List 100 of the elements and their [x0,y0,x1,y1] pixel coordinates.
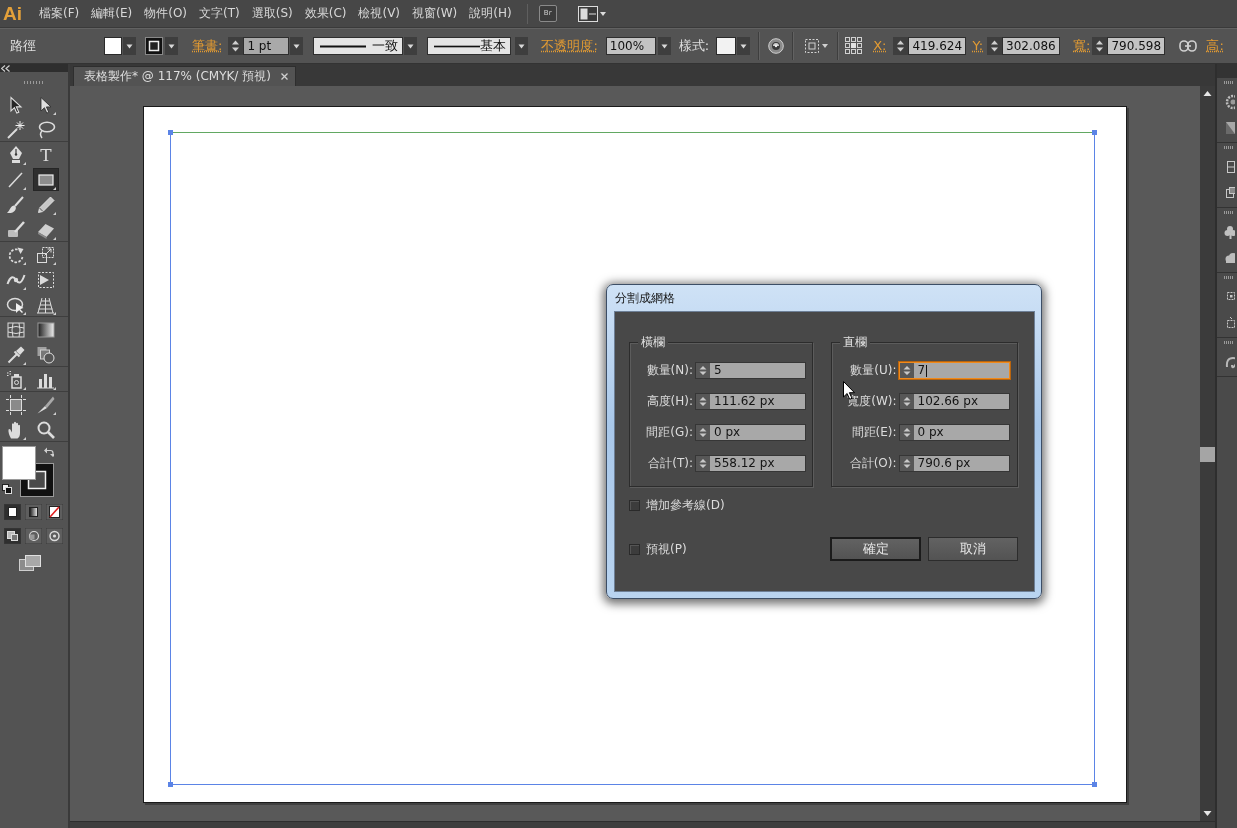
field-label: 間距(G): [645,424,693,441]
dropdown-caret-icon[interactable] [165,37,178,55]
y-field[interactable]: 302.086 [1002,37,1061,55]
double-chevron-icon[interactable] [1,64,10,72]
brush-dropdown[interactable]: 基本 [427,37,512,55]
overlapping-squares-icon[interactable] [4,528,21,544]
hand-icon [6,419,26,440]
dropdown-caret-icon[interactable] [290,37,304,55]
panel-grid-icon[interactable] [1224,159,1235,175]
number-field[interactable]: 7 [898,362,1010,379]
dropdown-caret-icon[interactable] [404,37,418,55]
stroke-profile-dropdown[interactable]: 一致 [313,37,404,55]
tool-button[interactable] [3,393,29,416]
stroke-weight-field[interactable]: 1 pt [243,37,290,55]
menu-item[interactable]: 文字(T) [194,3,245,24]
layout-switcher-icon[interactable] [577,5,606,22]
stepper-icon[interactable] [1092,37,1108,55]
color-wheel-icon[interactable] [1224,94,1235,110]
x-field[interactable]: 419.624 [908,37,967,55]
fill-swatch[interactable] [2,446,36,480]
stacked-squares-icon[interactable] [1224,185,1235,201]
close-icon[interactable] [280,73,288,80]
stepper-icon[interactable] [696,425,710,440]
brush-line-icon [434,44,481,48]
chain-link-icon[interactable] [1179,40,1198,52]
swatch-icon[interactable] [1224,120,1235,136]
stepper-icon[interactable] [987,37,1003,55]
menu-item[interactable]: 檔案(F) [34,3,85,24]
club-icon[interactable] [1224,224,1235,240]
stepper-icon[interactable] [696,456,710,471]
number-field[interactable]: 558.12 px [695,455,806,472]
checkbox-label[interactable]: 增加參考線(D) [646,496,725,514]
menu-item[interactable]: 視窗(W) [407,3,463,24]
checkbox[interactable] [629,543,640,555]
field-label: 數量(U): [849,362,897,379]
dropdown-caret-icon[interactable] [737,37,751,55]
dialog-title: 分割成網格 [614,290,675,307]
gradient-icon [36,319,56,340]
magic-wand-icon [6,119,26,140]
stepper-icon[interactable] [899,363,914,378]
style-swatch[interactable] [716,37,737,55]
menu-item[interactable]: 說明(H) [464,3,517,24]
stepper-icon[interactable] [899,425,914,440]
number-field[interactable]: 5 [695,362,806,379]
document-tab-title[interactable]: 表格製作* @ 117% (CMYK/ 預視) [84,68,271,85]
number-field[interactable]: 111.62 px [695,393,806,410]
checkbox[interactable] [629,499,640,511]
stepper-icon[interactable] [696,394,710,409]
dropdown-caret-icon[interactable] [515,37,529,55]
cloud-icon[interactable] [1224,250,1235,266]
tool-button[interactable] [33,168,59,191]
grip-icon [24,80,44,84]
align-icon[interactable] [805,39,830,53]
blend-icon [36,344,56,365]
width-field[interactable]: 790.598 [1107,37,1166,55]
stepper-icon[interactable] [893,37,909,55]
dashed-square-icon[interactable] [1224,315,1235,331]
field-label: 合計(O): [848,455,897,472]
reference-point-grid-icon[interactable] [845,37,864,55]
swap-arrows-icon[interactable] [44,447,54,457]
screen-mode-icon[interactable] [19,555,41,571]
swirl-icon[interactable] [1224,354,1235,370]
lasso-icon [36,119,56,140]
number-field[interactable]: 102.66 px [898,393,1010,410]
opacity-field[interactable]: 100% [605,37,656,55]
tool-button[interactable]: T [33,143,59,166]
ring-icon[interactable] [46,528,63,544]
menu-item[interactable]: 選取(S) [246,3,298,24]
stepper-icon[interactable] [899,456,914,471]
dialog-button[interactable]: 確定 [830,537,921,561]
menu-item[interactable]: 效果(C) [299,3,352,24]
stepper-icon[interactable] [899,394,914,409]
menu-item[interactable]: 物件(O) [139,3,193,24]
disc-icon[interactable] [768,38,785,54]
app-logo: Ai [3,2,22,25]
number-field[interactable]: 0 px [695,424,806,441]
dialog-button[interactable]: 取消 [928,537,1018,561]
menu-item[interactable]: 編輯(E) [86,3,138,24]
menu-item[interactable]: 檢視(V) [353,3,406,24]
document-tab[interactable]: 表格製作* @ 117% (CMYK/ 預視) [73,66,296,86]
group-title: 直欄 [840,334,870,350]
checkbox-label[interactable]: 預視(P) [646,540,687,558]
no-fill-icon[interactable] [46,504,63,520]
dropdown-caret-icon[interactable] [123,37,136,55]
fill-swatch[interactable] [104,37,122,55]
circle-square-icon[interactable] [25,528,42,544]
number-field[interactable]: 0 px [898,424,1010,441]
stepper-icon[interactable] [228,37,244,55]
stroke-swatch[interactable] [145,37,163,55]
stepper-icon[interactable] [696,363,710,378]
spray-can-icon [6,369,26,390]
default-colors-icon[interactable] [2,484,12,494]
field-label: 合計(T): [647,455,693,472]
dropdown-caret-icon[interactable] [657,37,671,55]
grip-icon [1224,276,1234,279]
magnifier-icon [36,419,56,440]
group-title: 橫欄 [638,334,668,350]
knife-icon [36,394,56,415]
scroll-thumb[interactable] [1200,447,1215,462]
number-field[interactable]: 790.6 px [898,455,1010,472]
